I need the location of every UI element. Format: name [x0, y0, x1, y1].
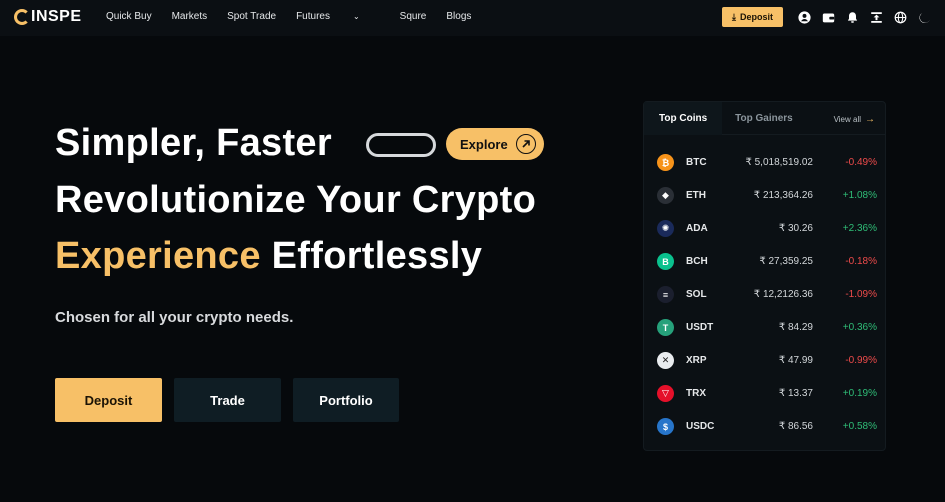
coin-symbol: TRX	[686, 388, 706, 399]
toggle-pill-decoration	[366, 133, 436, 157]
nav-deposit-label: Deposit	[739, 12, 773, 22]
xrp-coin-icon: ✕	[657, 352, 674, 369]
portfolio-button[interactable]: Portfolio	[293, 378, 399, 422]
coin-list: ₿ BTC ₹ 5,018,519.02 -0.49% ◆ ETH ₹ 213,364.26…	[644, 146, 887, 443]
hero-line-2: Revolutionize Your Crypto	[55, 179, 537, 221]
coin-price: ₹ 84.29	[778, 322, 813, 333]
trade-button[interactable]: Trade	[174, 378, 281, 422]
coin-price: ₹ 30.26	[778, 223, 813, 234]
moon-icon[interactable]	[917, 10, 931, 24]
coin-row[interactable]: $ USDC ₹ 86.56 +0.58%	[644, 410, 887, 443]
coin-row[interactable]: ✺ ADA ₹ 30.26 +2.36%	[644, 212, 887, 245]
panel-tabs: Top Coins Top Gainers View all →	[644, 101, 885, 135]
tab-top-gainers[interactable]: Top Gainers	[735, 102, 793, 135]
menu-futures[interactable]: Futures ⌄	[296, 11, 380, 22]
tab-top-coins[interactable]: Top Coins	[644, 101, 723, 135]
coin-symbol: USDC	[686, 421, 715, 432]
coin-change: +1.08%	[842, 190, 877, 201]
coin-row[interactable]: ≡ SOL ₹ 12,2126.36 -1.09%	[644, 278, 887, 311]
usdc-coin-icon: $	[657, 418, 674, 435]
coin-symbol: ADA	[686, 223, 708, 234]
coin-symbol: SOL	[686, 289, 707, 300]
arrow-right-icon: →	[865, 114, 875, 125]
menu-blogs[interactable]: Blogs	[446, 11, 471, 22]
chevron-down-icon: ⌄	[352, 12, 360, 21]
menu-spot-trade[interactable]: Spot Trade	[227, 11, 276, 22]
coin-row[interactable]: B BCH ₹ 27,359.25 -0.18%	[644, 245, 887, 278]
nav-deposit-button[interactable]: ⤓ Deposit	[722, 7, 783, 27]
coin-price: ₹ 86.56	[778, 421, 813, 432]
wallet-icon[interactable]	[821, 10, 835, 24]
menu-markets[interactable]: Markets	[172, 11, 208, 22]
hero-line-3-rest: Effortlessly	[260, 235, 483, 277]
logo-text: INSPE	[31, 8, 82, 25]
explore-label: Explore	[460, 136, 508, 152]
sol-coin-icon: ≡	[657, 286, 674, 303]
hero-line-3: Experience Effortlessly	[55, 237, 482, 275]
btc-coin-icon: ₿	[657, 154, 674, 171]
top-navbar: INSPE Quick Buy Markets Spot Trade Futur…	[0, 0, 945, 36]
coin-price: ₹ 213,364.26	[753, 190, 813, 201]
menu-squre[interactable]: Squre	[400, 11, 427, 22]
coin-row[interactable]: ₿ BTC ₹ 5,018,519.02 -0.49%	[644, 146, 887, 179]
download-icon: ⤓	[732, 11, 736, 22]
bell-icon[interactable]	[845, 10, 859, 24]
coin-price: ₹ 27,359.25	[759, 256, 813, 267]
logo[interactable]: INSPE	[14, 8, 82, 26]
coin-symbol: BTC	[686, 157, 707, 168]
bch-coin-icon: B	[657, 253, 674, 270]
trx-coin-icon: ▽	[657, 385, 674, 402]
usdt-coin-icon: T	[657, 319, 674, 336]
coin-price: ₹ 12,2126.36	[753, 289, 813, 300]
view-all-link[interactable]: View all →	[834, 114, 875, 125]
coin-symbol: ETH	[686, 190, 706, 201]
coin-symbol: USDT	[686, 322, 714, 333]
hero-line-1: Simpler, Faster	[55, 122, 332, 164]
globe-icon[interactable]	[893, 10, 907, 24]
arrow-up-right-icon	[516, 134, 536, 154]
coin-price: ₹ 5,018,519.02	[745, 157, 813, 168]
coin-symbol: BCH	[686, 256, 708, 267]
coin-change: -0.99%	[845, 355, 877, 366]
nav-actions: ⤓ Deposit	[722, 7, 931, 27]
coin-change: -0.49%	[845, 157, 877, 168]
top-coins-panel: Top Coins Top Gainers View all → ₿ BTC ₹ 5…	[643, 101, 886, 451]
view-all-label: View all	[833, 115, 861, 124]
hero-line-3-accent: Experience	[55, 235, 261, 277]
explore-button[interactable]: Explore	[446, 128, 544, 160]
main-menu: Quick Buy Markets Spot Trade Futures ⌄ S…	[106, 11, 491, 22]
coin-row[interactable]: ◆ ETH ₹ 213,364.26 +1.08%	[644, 179, 887, 212]
coin-price: ₹ 47.99	[778, 355, 813, 366]
coin-change: +2.36%	[842, 223, 877, 234]
menu-futures-label: Futures	[296, 11, 330, 22]
transfer-icon[interactable]	[869, 10, 883, 24]
coin-change: +0.58%	[842, 421, 877, 432]
coin-symbol: XRP	[686, 355, 707, 366]
ada-coin-icon: ✺	[657, 220, 674, 237]
coin-change: -0.18%	[845, 256, 877, 267]
coin-row[interactable]: ✕ XRP ₹ 47.99 -0.99%	[644, 344, 887, 377]
menu-quick-buy[interactable]: Quick Buy	[106, 11, 152, 22]
coin-row[interactable]: ▽ TRX ₹ 13.37 +0.19%	[644, 377, 887, 410]
user-icon[interactable]	[797, 10, 811, 24]
hero-subtitle: Chosen for all your crypto needs.	[55, 309, 294, 326]
eth-coin-icon: ◆	[657, 187, 674, 204]
coin-price: ₹ 13.37	[778, 388, 813, 399]
deposit-button[interactable]: Deposit	[55, 378, 162, 422]
coin-change: -1.09%	[845, 289, 877, 300]
coin-change: +0.36%	[842, 322, 877, 333]
coin-row[interactable]: T USDT ₹ 84.29 +0.36%	[644, 311, 887, 344]
coin-change: +0.19%	[842, 388, 877, 399]
logo-mark-icon	[14, 9, 30, 25]
